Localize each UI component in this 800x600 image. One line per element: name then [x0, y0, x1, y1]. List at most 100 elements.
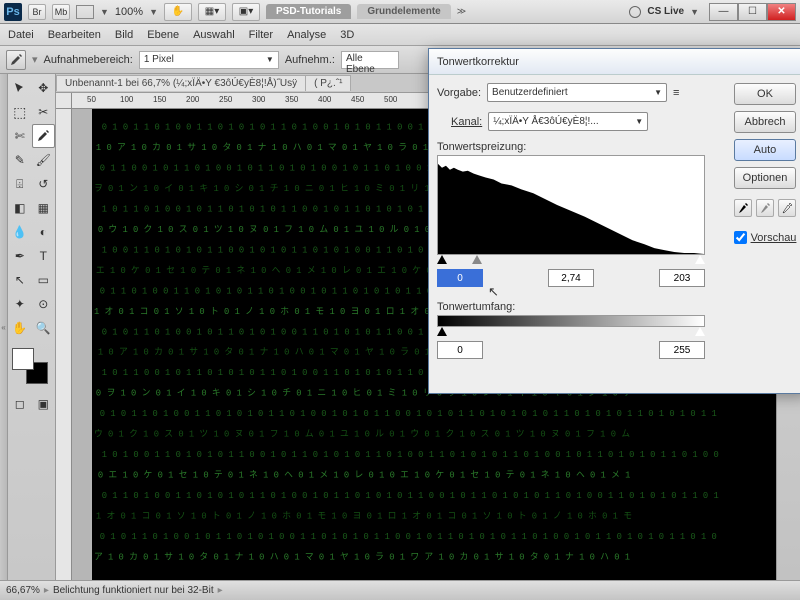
preview-checkbox-input[interactable] [734, 231, 747, 244]
type-tool[interactable]: T [32, 244, 56, 268]
workspace-tab[interactable]: Grundelemente [357, 4, 450, 19]
auto-button[interactable]: Auto [734, 139, 796, 161]
move-tool-2[interactable]: ✥ [32, 76, 56, 100]
foreground-color-swatch[interactable] [12, 348, 34, 370]
ruler-tick: 350 [285, 95, 298, 104]
hand-tool[interactable]: ✋ [8, 316, 32, 340]
preview-checkbox[interactable]: Vorschau [734, 231, 797, 244]
preview-label: Vorschau [751, 232, 797, 244]
svg-text:1 オ 0 1 コ 0 1 ソ 1 0 ト 0 1 ノ 1: 1 オ 0 1 コ 0 1 ソ 1 0 ト 0 1 ノ 1 0 ホ 0 1 モ … [96, 510, 632, 521]
menu-3d[interactable]: 3D [340, 29, 354, 41]
preset-menu-icon[interactable]: ≡ [673, 87, 679, 99]
pen-tool[interactable]: ✒ [8, 244, 32, 268]
workspace-tab-active[interactable]: PSD-Tutorials [266, 4, 351, 19]
output-white-slider[interactable] [695, 327, 705, 336]
hand-tool-button[interactable]: ✋ [164, 3, 192, 21]
menu-bild[interactable]: Bild [115, 29, 133, 41]
levels-dialog: Tonwertkorrektur Vorgabe: Benutzerdefini… [428, 48, 800, 394]
output-white-field[interactable] [659, 341, 705, 359]
left-strip[interactable]: « [0, 74, 8, 580]
camera-tool[interactable]: ⊙ [32, 292, 56, 316]
photoshop-window: Ps Br Mb ▼ 100% ▼ ✋ ▦▾ ▣▾ PSD-Tutorials … [0, 0, 800, 600]
sample-size-combo[interactable]: 1 Pixel▼ [139, 51, 279, 69]
history-brush-tool[interactable]: ↺ [32, 172, 56, 196]
dodge-tool[interactable]: ◐ [32, 220, 56, 244]
eyedropper-icon[interactable] [6, 50, 26, 70]
sample-combo[interactable]: Alle Ebene [341, 51, 399, 69]
preset-label: Vorgabe: [437, 87, 481, 99]
screen-mode-tool[interactable]: ▣ [32, 392, 56, 416]
chevron-down-icon: ▼ [100, 7, 109, 17]
eraser-tool[interactable]: ◧ [8, 196, 32, 220]
doc-tab-1[interactable]: Unbenannt-1 bei 66,7% (¼;xÏÄ•Y €3ôÚ€yÈ8¦… [56, 75, 306, 91]
menu-filter[interactable]: Filter [249, 29, 273, 41]
zoom-tool[interactable]: 🔍 [32, 316, 56, 340]
crop-tool[interactable]: ✄ [8, 124, 32, 148]
quick-mask-tool[interactable]: ◻ [8, 392, 32, 416]
menu-datei[interactable]: Datei [8, 29, 34, 41]
move-tool[interactable] [8, 76, 32, 100]
bridge-button[interactable]: Br [28, 4, 46, 20]
menu-ebene[interactable]: Ebene [147, 29, 179, 41]
stamp-tool[interactable]: ⌹ [8, 172, 32, 196]
cancel-button[interactable]: Abbrech [734, 111, 796, 133]
color-swatches[interactable] [8, 346, 52, 392]
blur-tool[interactable]: 💧 [8, 220, 32, 244]
heal-tool[interactable]: ✎ [8, 148, 32, 172]
app-logo: Ps [4, 3, 22, 21]
ruler-tick: 200 [186, 95, 199, 104]
ruler-tick: 50 [87, 95, 96, 104]
output-black-field[interactable] [437, 341, 483, 359]
more-icon[interactable]: ≫ [457, 6, 466, 17]
screen-mode-button[interactable]: ▣▾ [232, 3, 260, 21]
white-point-slider[interactable] [695, 255, 705, 264]
minimize-button[interactable]: — [709, 3, 738, 21]
shape-tool[interactable]: ▭ [32, 268, 56, 292]
output-levels-label: Tonwertumfang: [437, 301, 723, 313]
histogram[interactable] [437, 155, 705, 255]
input-gamma-field[interactable] [548, 269, 594, 287]
cs-live-label[interactable]: CS Live [647, 6, 684, 17]
gamma-slider[interactable] [472, 255, 482, 264]
dialog-title-text: Tonwertkorrektur [437, 56, 519, 68]
status-zoom[interactable]: 66,67% [6, 585, 40, 596]
input-white-field[interactable] [659, 269, 705, 287]
zoom-display[interactable]: 100% [115, 6, 143, 18]
3d-tool[interactable]: ✦ [8, 292, 32, 316]
white-eyedropper[interactable] [778, 199, 796, 217]
group-icon[interactable] [76, 5, 94, 19]
black-eyedropper[interactable] [734, 199, 752, 217]
eyedropper-tool[interactable] [32, 124, 56, 148]
preset-combo[interactable]: Benutzerdefiniert▼ [487, 83, 667, 102]
black-point-slider[interactable] [437, 255, 447, 264]
ruler-corner [56, 93, 72, 109]
window-controls: — ☐ ✕ [709, 3, 796, 21]
input-black-field[interactable] [437, 269, 483, 287]
channel-combo[interactable]: ¼;xÏÄ•Y Å€3ôÚ€yÈ8¦!...▼ [488, 112, 648, 131]
menu-auswahl[interactable]: Auswahl [193, 29, 235, 41]
input-sliders[interactable] [437, 255, 705, 267]
output-black-slider[interactable] [437, 327, 447, 336]
doc-tab-2[interactable]: ( P¿.ˆ¹ [305, 75, 351, 91]
titlebar: Ps Br Mb ▼ 100% ▼ ✋ ▦▾ ▣▾ PSD-Tutorials … [0, 0, 800, 24]
cs-live-icon[interactable] [629, 6, 641, 18]
menubar: Datei Bearbeiten Bild Ebene Auswahl Filt… [0, 24, 800, 46]
close-button[interactable]: ✕ [767, 3, 796, 21]
maximize-button[interactable]: ☐ [738, 3, 767, 21]
output-sliders[interactable] [437, 327, 705, 339]
lasso-tool[interactable]: ✂ [32, 100, 56, 124]
mini-bridge-button[interactable]: Mb [52, 4, 70, 20]
gradient-tool[interactable]: ▦ [32, 196, 56, 220]
menu-bearbeiten[interactable]: Bearbeiten [48, 29, 101, 41]
marquee-tool[interactable]: ⬚ [8, 100, 32, 124]
output-gradient[interactable] [437, 315, 705, 327]
gray-eyedropper[interactable] [756, 199, 774, 217]
options-button[interactable]: Optionen [734, 167, 796, 189]
path-tool[interactable]: ↖ [8, 268, 32, 292]
ok-button[interactable]: OK [734, 83, 796, 105]
dialog-titlebar[interactable]: Tonwertkorrektur [429, 49, 800, 75]
view-button[interactable]: ▦▾ [198, 3, 226, 21]
menu-analyse[interactable]: Analyse [287, 29, 326, 41]
brush-tool[interactable]: 🖌 [32, 148, 56, 172]
toolbox: ✥ ⬚✂ ✄ ✎🖌 ⌹↺ ◧▦ 💧◐ ✒T ↖▭ ✦⊙ ✋🔍 ◻▣ [8, 74, 56, 580]
